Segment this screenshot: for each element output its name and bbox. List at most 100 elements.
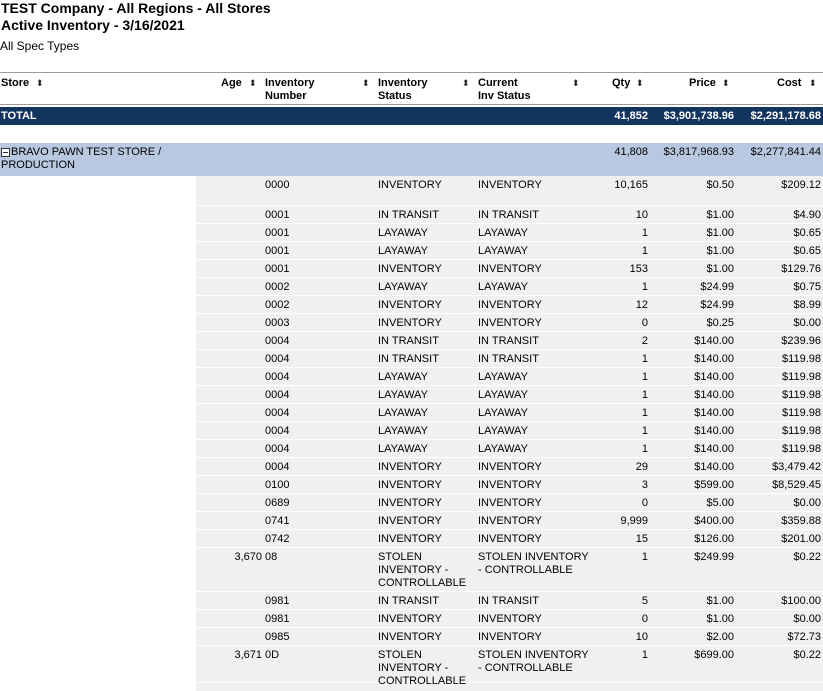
group-store-name-cont: PRODUCTION [1, 159, 75, 171]
column-header-current-inv-status[interactable]: Current Inv Status [478, 77, 531, 103]
table-row: 0004 IN TRANSIT IN TRANSIT 2 $140.00 $239.96 [196, 332, 823, 350]
cell-qty: 10,165 [614, 179, 648, 191]
column-header-qty[interactable]: Qty [612, 77, 630, 90]
column-header-cost[interactable]: Cost [777, 77, 801, 90]
total-qty: 41,852 [614, 110, 648, 122]
cell-current-inv-status: INVENTORY [478, 299, 542, 311]
table-row: 0689 INVENTORY INVENTORY 0 $5.00 $0.00 [196, 494, 823, 512]
cell-qty: 10 [635, 631, 648, 643]
sort-inventory-number-icon[interactable]: ⬍ [362, 77, 370, 90]
cell-cost: $119.98 [782, 443, 821, 455]
cell-inventory-status: INVENTORY [378, 317, 442, 329]
cell-cost: $201.00 [781, 533, 821, 545]
cell-inventory-number: 0981 [265, 613, 290, 625]
cell-qty: 1 [641, 389, 648, 401]
table-row: 0002 LAYAWAY LAYAWAY 1 $24.99 $0.75 [196, 278, 823, 296]
cell-current-inv-status: LAYAWAY [478, 281, 528, 293]
cell-price: $140.00 [694, 389, 734, 401]
cell-price: $140.00 [694, 443, 734, 455]
cell-inventory-number: 0002 [265, 281, 290, 293]
sort-qty-icon[interactable]: ⬍ [636, 77, 644, 90]
cell-inventory-number: 0004 [265, 407, 290, 419]
cell-current-inv-status: IN TRANSIT [478, 595, 539, 607]
group-cost: $2,277,841.44 [750, 146, 821, 158]
column-header-price[interactable]: Price [689, 77, 716, 90]
cell-price: $0.50 [706, 179, 734, 191]
cell-age: 3,670 [234, 551, 262, 563]
cell-cost: $0.75 [793, 281, 821, 293]
cell-current-inv-status: IN TRANSIT [478, 353, 539, 365]
cell-current-inv-status: LAYAWAY [478, 389, 528, 401]
cell-inventory-number: 0981 [265, 595, 290, 607]
cell-inventory-status: INVENTORY [378, 631, 442, 643]
cell-cost: $359.88 [781, 515, 821, 527]
sort-price-icon[interactable]: ⬍ [722, 77, 730, 90]
cell-qty: 0 [641, 613, 648, 625]
cell-qty: 1 [641, 227, 648, 239]
cell-inventory-status: INVENTORY [378, 515, 442, 527]
sort-inventory-status-icon[interactable]: ⬍ [462, 77, 470, 90]
cell-inventory-number: 0000 [265, 179, 290, 191]
cell-inventory-number: 0985 [265, 631, 290, 643]
cell-current-inv-status: INVENTORY [478, 479, 542, 491]
table-row: 0002 INVENTORY INVENTORY 12 $24.99 $8.99 [196, 296, 823, 314]
cell-qty: 1 [641, 551, 648, 563]
column-header-inventory-number[interactable]: Inventory Number [265, 77, 315, 103]
cell-inventory-status: LAYAWAY [378, 281, 428, 293]
cell-cost: $3,479.42 [772, 461, 821, 473]
cell-inventory-number: 0004 [265, 335, 290, 347]
cell-inventory-status: IN TRANSIT [378, 353, 439, 365]
cell-inventory-number: 0003 [265, 317, 290, 329]
table-row: 0004 IN TRANSIT IN TRANSIT 1 $140.00 $119.98 [196, 350, 823, 368]
cell-cost: $4.90 [793, 209, 821, 221]
cell-qty: 12 [635, 299, 648, 311]
sort-current-inv-status-icon[interactable]: ⬍ [572, 77, 580, 90]
cell-inventory-status: STOLEN INVENTORY - CONTROLLABLE [378, 551, 467, 589]
cell-current-inv-status: INVENTORY [478, 497, 542, 509]
sort-store-icon[interactable]: ⬍ [36, 77, 44, 90]
cell-cost: $119.98 [782, 407, 821, 419]
cell-inventory-number: 0742 [265, 533, 290, 545]
cell-cost: $8.99 [793, 299, 821, 311]
cell-inventory-status: LAYAWAY [378, 407, 428, 419]
detail-rows: 0000 INVENTORY INVENTORY 10,165 $0.50 $209.12… [196, 176, 823, 687]
cell-price: $1.00 [706, 613, 734, 625]
column-header-age[interactable]: Age [221, 77, 242, 90]
cell-current-inv-status: INVENTORY [478, 263, 542, 275]
cell-inventory-status: LAYAWAY [378, 245, 428, 257]
table-row: 0000 INVENTORY INVENTORY 10,165 $0.50 $209.12 [196, 176, 823, 206]
cell-inventory-number: 0689 [265, 497, 290, 509]
cell-current-inv-status: LAYAWAY [478, 425, 528, 437]
column-header-inventory-status[interactable]: Inventory Status [378, 77, 428, 103]
cell-price: $1.00 [706, 245, 734, 257]
cell-cost: $0.65 [793, 245, 821, 257]
sort-age-icon[interactable]: ⬍ [249, 77, 257, 90]
total-label: TOTAL [1, 110, 37, 122]
cell-cost: $119.98 [782, 425, 821, 437]
cell-cost: $0.22 [793, 551, 821, 563]
cell-inventory-number: 0001 [265, 227, 290, 239]
table-row: 0004 INVENTORY INVENTORY 29 $140.00 $3,479.42 [196, 458, 823, 476]
cell-current-inv-status: LAYAWAY [478, 443, 528, 455]
cell-cost: $239.96 [781, 335, 821, 347]
cell-qty: 1 [641, 649, 648, 661]
table-row: 0001 LAYAWAY LAYAWAY 1 $1.00 $0.65 [196, 242, 823, 260]
sort-cost-icon[interactable]: ⬍ [809, 77, 817, 90]
cell-qty: 1 [641, 371, 648, 383]
cell-inventory-number: 0004 [265, 443, 290, 455]
column-header-store[interactable]: Store [1, 77, 29, 90]
cell-inventory-number: 0741 [265, 515, 290, 527]
group-store-name: BRAVO PAWN TEST STORE / [11, 146, 162, 158]
cell-cost: $119.98 [782, 371, 821, 383]
report-subtitle-date: Active Inventory - 3/16/2021 [1, 17, 185, 33]
store-group-row: BRAVO PAWN TEST STORE / PRODUCTION 41,80… [0, 143, 823, 176]
table-row: 3,671 0D STOLEN INVENTORY - CONTROLLABLE STOL… [196, 646, 823, 687]
cell-current-inv-status: IN TRANSIT [478, 209, 539, 221]
cell-inventory-status: LAYAWAY [378, 425, 428, 437]
cell-price: $400.00 [694, 515, 734, 527]
collapse-group-icon[interactable] [1, 148, 10, 157]
cell-current-inv-status: INVENTORY [478, 533, 542, 545]
table-row: 0741 INVENTORY INVENTORY 9,999 $400.00 $359.8… [196, 512, 823, 530]
cell-qty: 1 [641, 353, 648, 365]
cell-inventory-number: 0004 [265, 461, 290, 473]
